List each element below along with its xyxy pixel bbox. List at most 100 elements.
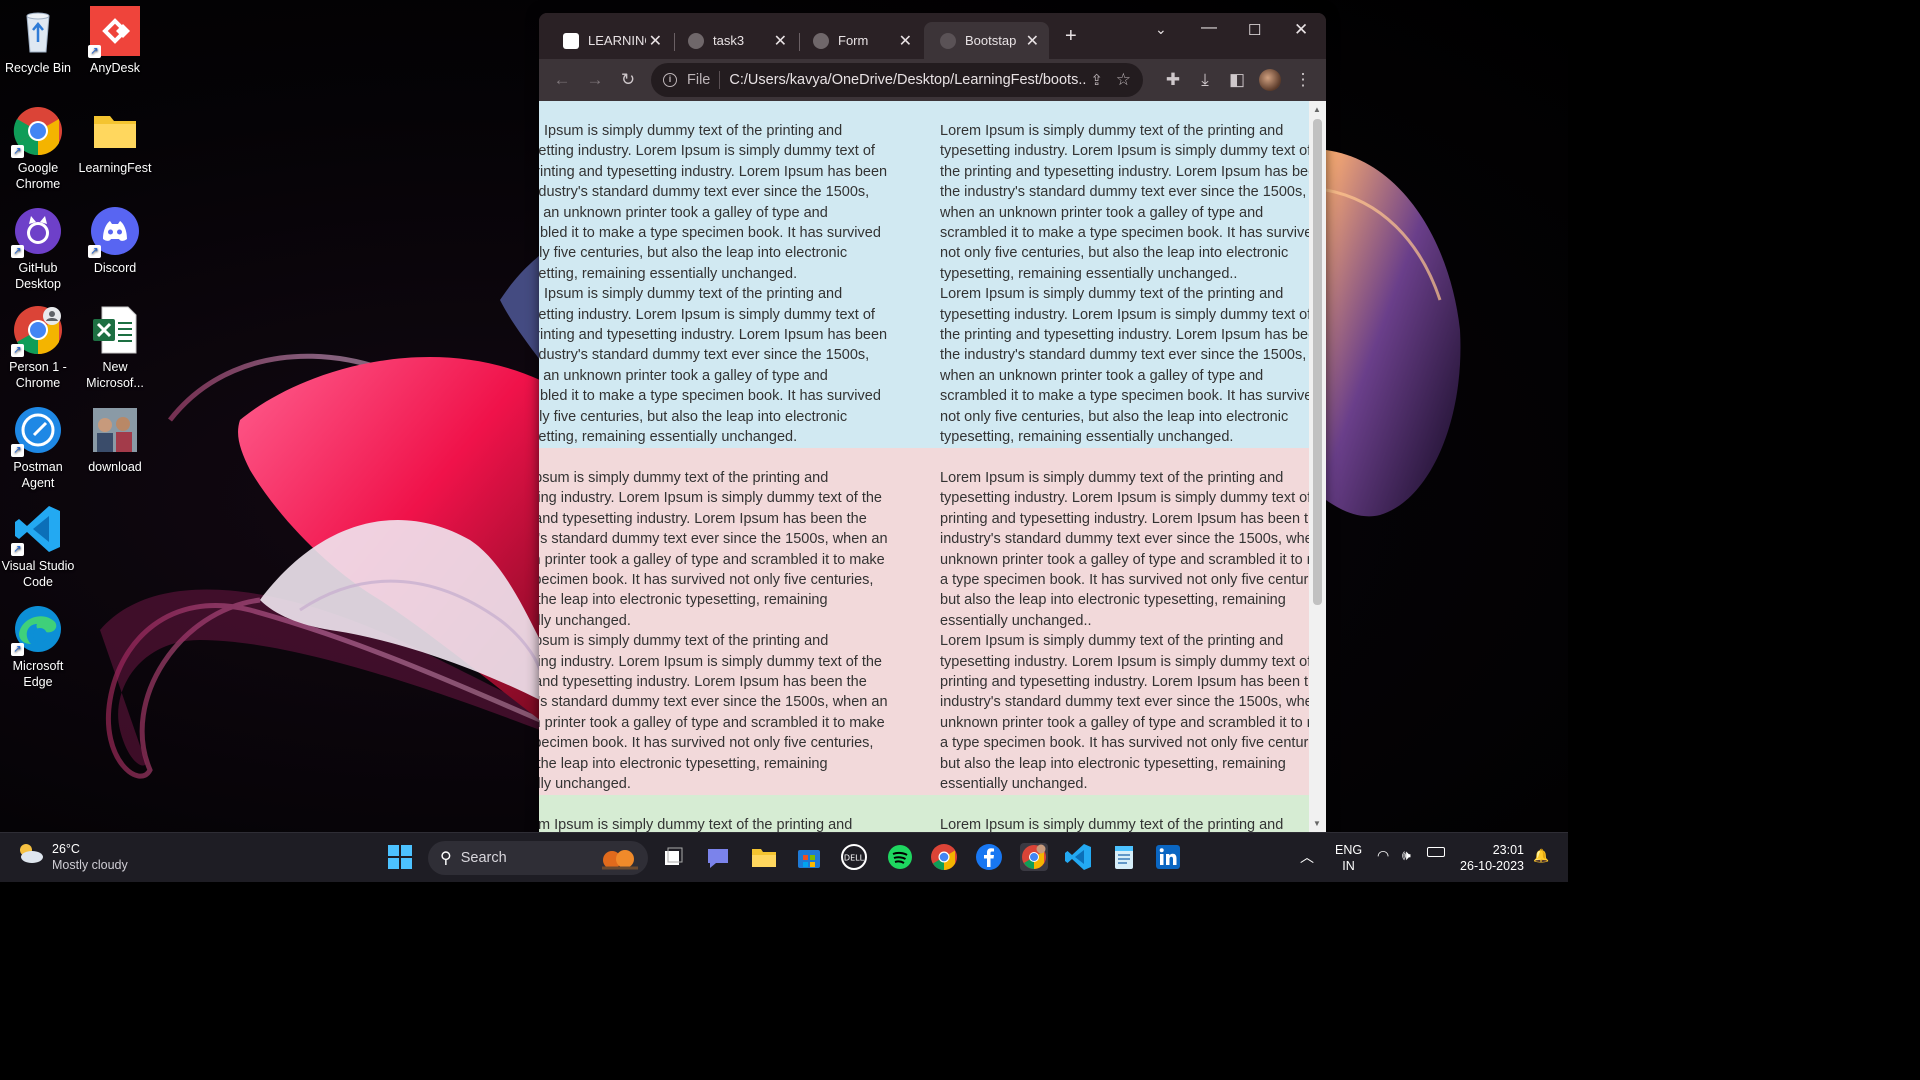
facebook-icon[interactable] <box>975 843 1003 871</box>
file-explorer-icon[interactable] <box>750 843 778 871</box>
show-hidden-icons-chevron-icon[interactable]: ︿ <box>1300 847 1314 867</box>
bookmark-star-icon[interactable]: ☆ <box>1116 70 1131 90</box>
omnibox-separator <box>719 71 721 89</box>
task-view-icon[interactable] <box>659 843 687 871</box>
desktop-icon-excel-file[interactable]: New Microsof... <box>77 305 153 391</box>
globe-favicon-icon <box>688 32 704 49</box>
info-icon[interactable]: i <box>663 73 677 87</box>
scroll-up-arrow-icon[interactable]: ▲ <box>1313 105 1321 114</box>
new-tab-icon[interactable]: + <box>1065 25 1077 48</box>
desktop-icon-learningfest[interactable]: LearningFest <box>77 106 153 176</box>
desktop-icon-google-chrome[interactable]: ↗ Google Chrome <box>0 106 76 192</box>
chrome-profile-icon: ↗ <box>11 305 63 357</box>
scheme-label: File <box>687 72 711 88</box>
notepad-icon[interactable] <box>1110 843 1138 871</box>
desktop-icon-label: Microsoft Edge <box>12 659 64 689</box>
page-viewport: rem Ipsum is simply dummy text of the pr… <box>539 101 1309 832</box>
teams-chat-icon[interactable] <box>704 843 732 871</box>
lorem-paragraph: rem Ipsum is simply dummy text of the pr… <box>539 123 888 282</box>
close-window-icon[interactable]: ✕ <box>1294 20 1308 40</box>
folder-icon <box>90 106 140 156</box>
desktop-icon-person1-chrome[interactable]: ↗ Person 1 - Chrome <box>0 305 76 391</box>
windows-start-icon[interactable] <box>386 843 414 871</box>
close-tab-icon[interactable]: ✕ <box>649 31 662 51</box>
chrome-profile-taskbar-icon[interactable] <box>1020 843 1048 871</box>
tab-bootstap[interactable]: Bootstap ✕ <box>924 22 1049 59</box>
close-tab-icon[interactable]: ✕ <box>1026 31 1039 51</box>
desktop-icon-vscode[interactable]: ↗ Visual Studio Code <box>0 504 76 590</box>
column-left: m Ipsum is simply dummy text of the prin… <box>539 468 908 795</box>
tab-label: Bootstap <box>965 33 1017 48</box>
desktop-icon-anydesk[interactable]: ↗ AnyDesk <box>77 6 153 76</box>
vertical-scrollbar[interactable]: ▲ ▼ <box>1309 101 1326 832</box>
desktop-icon-label: AnyDesk <box>89 61 141 75</box>
chrome-taskbar-icon[interactable] <box>930 843 958 871</box>
lorem-paragraph: rem Ipsum is simply dummy text of the pr… <box>539 286 888 446</box>
close-tab-icon[interactable]: ✕ <box>774 31 787 51</box>
tab-task3[interactable]: task3 ✕ <box>672 22 797 59</box>
desktop-icon-microsoft-edge[interactable]: ↗ Microsoft Edge <box>0 604 76 690</box>
dell-icon[interactable]: DELL <box>840 843 868 871</box>
desktop-icon-postman-agent[interactable]: ↗ Postman Agent <box>0 405 76 491</box>
back-icon[interactable]: ← <box>551 69 573 91</box>
recycle-bin-icon <box>13 6 63 56</box>
reload-icon[interactable]: ↻ <box>617 69 639 91</box>
search-icon: ⚲ <box>440 850 452 867</box>
globe-favicon-icon <box>940 32 956 49</box>
clock[interactable]: 23:01 26-10-2023 <box>1460 842 1524 874</box>
close-tab-icon[interactable]: ✕ <box>899 31 912 51</box>
clock-time: 23:01 <box>1492 843 1524 857</box>
extensions-puzzle-icon[interactable]: ✚ <box>1162 69 1184 91</box>
shortcut-arrow-icon: ↗ <box>11 543 24 556</box>
desktop-icon-discord[interactable]: ↗ Discord <box>77 206 153 276</box>
desktop-icon-recycle-bin[interactable]: Recycle Bin <box>0 6 76 76</box>
chrome-icon: ↗ <box>11 106 63 158</box>
desktop-icon-label: GitHub Desktop <box>15 261 61 291</box>
notification-bell-icon[interactable]: 🔔 <box>1533 848 1549 864</box>
shortcut-arrow-icon: ↗ <box>88 45 101 58</box>
volume-icon[interactable]: 🕪 <box>1402 847 1411 864</box>
tab-form[interactable]: Form ✕ <box>797 22 922 59</box>
taskbar-search[interactable]: ⚲ Search <box>428 841 648 875</box>
desktop-icon-label: Discord <box>93 261 137 275</box>
search-label: Search <box>460 850 507 866</box>
url-text[interactable]: C:/Users/kavya/OneDrive/Desktop/Learning… <box>729 72 1086 88</box>
tab-search-chevron-icon[interactable]: ⌄ <box>1155 21 1167 38</box>
linkedin-icon[interactable] <box>1154 843 1182 871</box>
column-right: Lorem Ipsum is simply dummy text of the … <box>940 468 1309 795</box>
profile-avatar[interactable] <box>1259 69 1281 91</box>
lorem-paragraph: Lorem Ipsum is simply dummy text of the … <box>940 123 1309 282</box>
desktop-icon-download-photo[interactable]: download <box>77 405 153 475</box>
tab-learning[interactable]: LEARNING ✕ <box>547 22 672 59</box>
weather-widget[interactable]: 26°C Mostly cloudy <box>16 841 128 873</box>
share-icon[interactable]: ⇪ <box>1090 71 1103 89</box>
svg-text:DELL: DELL <box>844 854 865 863</box>
notion-favicon-icon <box>563 32 579 49</box>
address-bar[interactable]: i File C:/Users/kavya/OneDrive/Desktop/L… <box>651 63 1143 97</box>
menu-kebab-icon[interactable]: ⋮ <box>1292 69 1314 91</box>
minimize-icon[interactable]: — <box>1201 19 1217 37</box>
desktop-icon-github-desktop[interactable]: ↗ GitHub Desktop <box>0 206 76 292</box>
lorem-paragraph: m Ipsum is simply dummy text of the prin… <box>539 633 888 793</box>
language-indicator[interactable]: ENG IN <box>1335 842 1362 874</box>
side-panel-icon[interactable]: ◧ <box>1226 69 1248 91</box>
vscode-taskbar-icon[interactable] <box>1064 843 1092 871</box>
row-blue: rem Ipsum is simply dummy text of the pr… <box>539 101 1309 448</box>
lorem-paragraph: Lorem Ipsum is simply dummy text of the … <box>940 633 1309 793</box>
tab-label: Form <box>838 33 869 48</box>
scrollbar-thumb[interactable] <box>1313 119 1322 605</box>
cloud-sun-icon <box>16 841 44 865</box>
maximize-icon[interactable]: ☐ <box>1248 21 1261 39</box>
discord-icon: ↗ <box>88 206 140 258</box>
download-icon[interactable]: ⤓ <box>1194 69 1216 91</box>
forward-icon[interactable]: → <box>584 69 606 91</box>
scroll-down-arrow-icon[interactable]: ▼ <box>1313 819 1321 828</box>
battery-icon[interactable] <box>1427 847 1445 857</box>
shortcut-arrow-icon: ↗ <box>88 245 101 258</box>
anydesk-icon: ↗ <box>88 6 140 58</box>
photo-thumbnail-icon <box>90 405 140 455</box>
desktop-icon-label: Postman Agent <box>13 460 63 490</box>
wifi-icon[interactable]: ◠ <box>1377 847 1389 864</box>
microsoft-store-icon[interactable] <box>795 843 823 871</box>
spotify-icon[interactable] <box>886 843 914 871</box>
